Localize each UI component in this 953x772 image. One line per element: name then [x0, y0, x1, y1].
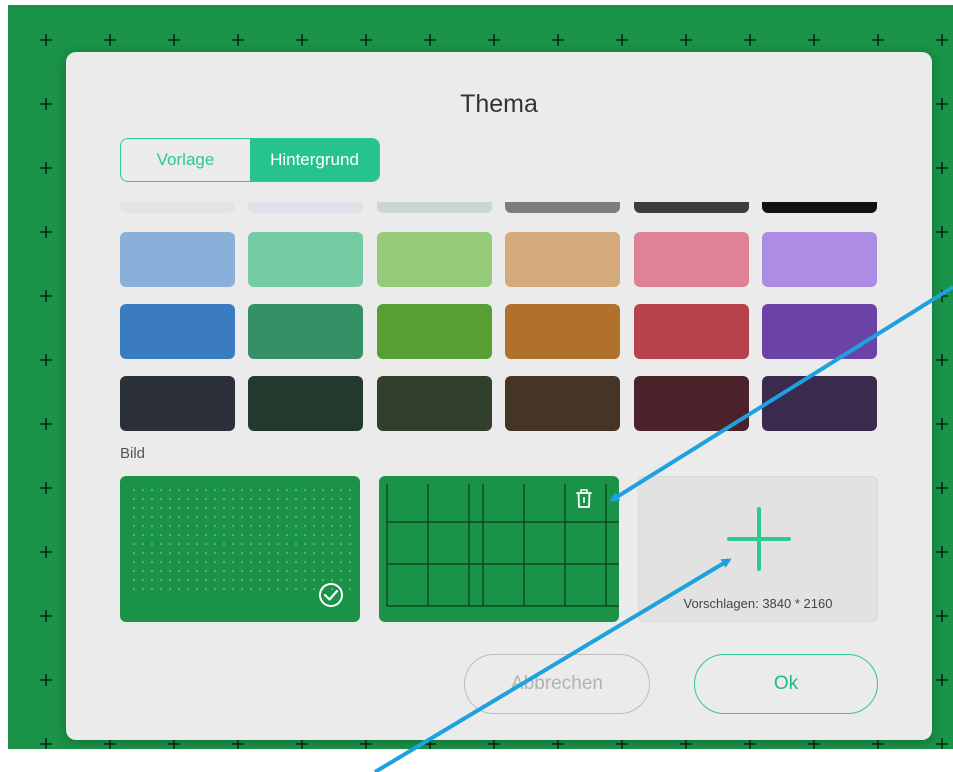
color-swatch[interactable] — [248, 304, 364, 359]
color-swatch[interactable] — [505, 202, 621, 213]
image-section-label: Bild — [120, 445, 146, 462]
color-swatch[interactable] — [762, 202, 877, 213]
color-swatch[interactable] — [505, 232, 621, 287]
color-swatch[interactable] — [633, 376, 749, 431]
color-swatch[interactable] — [120, 202, 235, 213]
color-swatch[interactable] — [248, 232, 364, 287]
color-swatch[interactable] — [762, 232, 877, 287]
color-swatch[interactable] — [633, 232, 749, 287]
theme-tab-switch: Vorlage Hintergrund — [120, 138, 380, 182]
color-swatch[interactable] — [248, 202, 364, 213]
color-swatch[interactable] — [376, 304, 492, 359]
add-image-card[interactable]: Vorschlagen: 3840 * 2160 — [638, 476, 878, 622]
color-swatch[interactable] — [248, 376, 364, 431]
image-card-line-grid[interactable] — [379, 476, 619, 622]
dialog-title: Thema — [460, 90, 538, 118]
color-swatch[interactable] — [762, 304, 877, 359]
color-swatch[interactable] — [120, 376, 235, 431]
ok-button[interactable]: Ok — [694, 654, 878, 714]
tab-vorlage[interactable]: Vorlage — [121, 139, 250, 181]
color-swatch[interactable] — [505, 376, 621, 431]
color-swatch[interactable] — [376, 232, 492, 287]
theme-dialog: Thema Vorlage Hintergrund Bild Vorschlag… — [66, 52, 932, 740]
color-swatch[interactable] — [762, 376, 877, 431]
color-swatch[interactable] — [376, 202, 492, 213]
color-swatch[interactable] — [633, 304, 749, 359]
cancel-button[interactable]: Abbrechen — [464, 654, 650, 714]
color-swatch[interactable] — [120, 304, 235, 359]
color-swatch[interactable] — [633, 202, 749, 213]
image-card-dot-grid[interactable] — [120, 476, 360, 622]
color-swatch[interactable] — [505, 304, 621, 359]
resolution-hint: Vorschlagen: 3840 * 2160 — [683, 596, 833, 611]
line-grid-preview — [379, 476, 619, 622]
tab-hintergrund[interactable]: Hintergrund — [250, 139, 379, 181]
color-swatch-grid — [120, 202, 877, 432]
dot-grid-preview — [120, 476, 360, 622]
color-swatch[interactable] — [120, 232, 235, 287]
color-swatch[interactable] — [376, 376, 492, 431]
